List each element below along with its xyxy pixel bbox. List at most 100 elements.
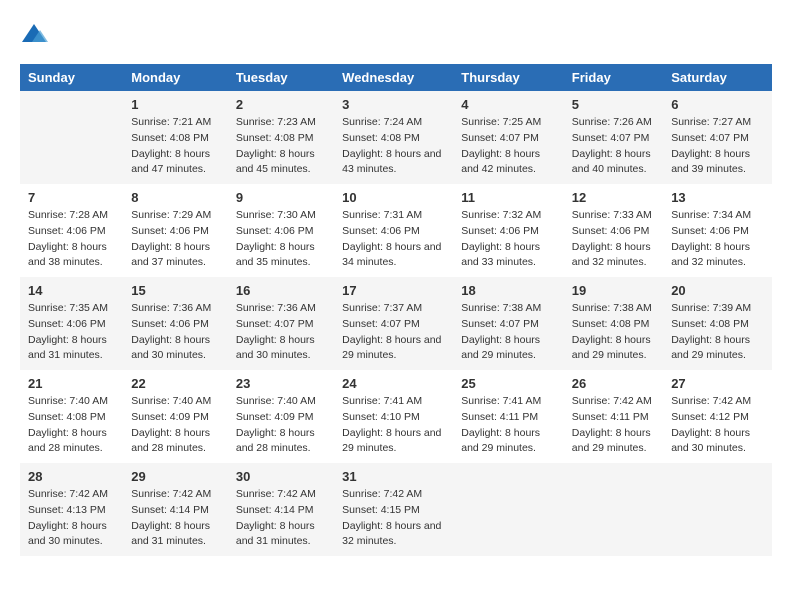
day-cell: 15 Sunrise: 7:36 AMSunset: 4:06 PMDaylig… [123, 277, 228, 370]
day-number: 27 [671, 376, 764, 391]
day-info: Sunrise: 7:34 AMSunset: 4:06 PMDaylight:… [671, 208, 764, 271]
day-number: 9 [236, 190, 326, 205]
day-cell: 1 Sunrise: 7:21 AMSunset: 4:08 PMDayligh… [123, 91, 228, 184]
day-cell: 17 Sunrise: 7:37 AMSunset: 4:07 PMDaylig… [334, 277, 453, 370]
day-number: 19 [572, 283, 655, 298]
day-cell: 13 Sunrise: 7:34 AMSunset: 4:06 PMDaylig… [663, 184, 772, 277]
day-number: 20 [671, 283, 764, 298]
calendar-table: SundayMondayTuesdayWednesdayThursdayFrid… [20, 64, 772, 556]
day-info: Sunrise: 7:36 AMSunset: 4:07 PMDaylight:… [236, 301, 326, 364]
day-number: 21 [28, 376, 115, 391]
day-number: 25 [461, 376, 556, 391]
day-number: 6 [671, 97, 764, 112]
day-info: Sunrise: 7:40 AMSunset: 4:08 PMDaylight:… [28, 394, 115, 457]
day-number: 26 [572, 376, 655, 391]
day-info: Sunrise: 7:23 AMSunset: 4:08 PMDaylight:… [236, 115, 326, 178]
day-info: Sunrise: 7:32 AMSunset: 4:06 PMDaylight:… [461, 208, 556, 271]
day-info: Sunrise: 7:42 AMSunset: 4:15 PMDaylight:… [342, 487, 445, 550]
day-info: Sunrise: 7:25 AMSunset: 4:07 PMDaylight:… [461, 115, 556, 178]
day-cell: 5 Sunrise: 7:26 AMSunset: 4:07 PMDayligh… [564, 91, 663, 184]
weekday-header-saturday: Saturday [663, 64, 772, 91]
day-cell: 23 Sunrise: 7:40 AMSunset: 4:09 PMDaylig… [228, 370, 334, 463]
day-cell: 24 Sunrise: 7:41 AMSunset: 4:10 PMDaylig… [334, 370, 453, 463]
day-cell: 7 Sunrise: 7:28 AMSunset: 4:06 PMDayligh… [20, 184, 123, 277]
day-cell [663, 463, 772, 556]
day-cell: 19 Sunrise: 7:38 AMSunset: 4:08 PMDaylig… [564, 277, 663, 370]
day-info: Sunrise: 7:33 AMSunset: 4:06 PMDaylight:… [572, 208, 655, 271]
day-info: Sunrise: 7:39 AMSunset: 4:08 PMDaylight:… [671, 301, 764, 364]
day-number: 15 [131, 283, 220, 298]
day-info: Sunrise: 7:41 AMSunset: 4:11 PMDaylight:… [461, 394, 556, 457]
day-info: Sunrise: 7:40 AMSunset: 4:09 PMDaylight:… [131, 394, 220, 457]
day-info: Sunrise: 7:42 AMSunset: 4:11 PMDaylight:… [572, 394, 655, 457]
day-number: 31 [342, 469, 445, 484]
day-number: 1 [131, 97, 220, 112]
logo [20, 20, 52, 48]
day-cell: 21 Sunrise: 7:40 AMSunset: 4:08 PMDaylig… [20, 370, 123, 463]
day-cell: 31 Sunrise: 7:42 AMSunset: 4:15 PMDaylig… [334, 463, 453, 556]
day-number: 24 [342, 376, 445, 391]
day-info: Sunrise: 7:41 AMSunset: 4:10 PMDaylight:… [342, 394, 445, 457]
day-info: Sunrise: 7:24 AMSunset: 4:08 PMDaylight:… [342, 115, 445, 178]
day-cell: 16 Sunrise: 7:36 AMSunset: 4:07 PMDaylig… [228, 277, 334, 370]
day-cell: 26 Sunrise: 7:42 AMSunset: 4:11 PMDaylig… [564, 370, 663, 463]
day-info: Sunrise: 7:28 AMSunset: 4:06 PMDaylight:… [28, 208, 115, 271]
logo-icon [20, 20, 48, 48]
weekday-header-wednesday: Wednesday [334, 64, 453, 91]
weekday-header-sunday: Sunday [20, 64, 123, 91]
day-number: 2 [236, 97, 326, 112]
day-cell: 25 Sunrise: 7:41 AMSunset: 4:11 PMDaylig… [453, 370, 564, 463]
day-info: Sunrise: 7:42 AMSunset: 4:14 PMDaylight:… [236, 487, 326, 550]
day-cell [453, 463, 564, 556]
day-info: Sunrise: 7:26 AMSunset: 4:07 PMDaylight:… [572, 115, 655, 178]
day-info: Sunrise: 7:30 AMSunset: 4:06 PMDaylight:… [236, 208, 326, 271]
weekday-header-monday: Monday [123, 64, 228, 91]
day-number: 5 [572, 97, 655, 112]
day-number: 12 [572, 190, 655, 205]
weekday-header-thursday: Thursday [453, 64, 564, 91]
day-number: 13 [671, 190, 764, 205]
weekday-row: SundayMondayTuesdayWednesdayThursdayFrid… [20, 64, 772, 91]
day-info: Sunrise: 7:21 AMSunset: 4:08 PMDaylight:… [131, 115, 220, 178]
week-row-1: 1 Sunrise: 7:21 AMSunset: 4:08 PMDayligh… [20, 91, 772, 184]
day-cell: 8 Sunrise: 7:29 AMSunset: 4:06 PMDayligh… [123, 184, 228, 277]
day-number: 16 [236, 283, 326, 298]
day-number: 22 [131, 376, 220, 391]
day-info: Sunrise: 7:27 AMSunset: 4:07 PMDaylight:… [671, 115, 764, 178]
day-info: Sunrise: 7:38 AMSunset: 4:07 PMDaylight:… [461, 301, 556, 364]
day-info: Sunrise: 7:40 AMSunset: 4:09 PMDaylight:… [236, 394, 326, 457]
day-number: 10 [342, 190, 445, 205]
day-info: Sunrise: 7:29 AMSunset: 4:06 PMDaylight:… [131, 208, 220, 271]
day-info: Sunrise: 7:35 AMSunset: 4:06 PMDaylight:… [28, 301, 115, 364]
week-row-2: 7 Sunrise: 7:28 AMSunset: 4:06 PMDayligh… [20, 184, 772, 277]
day-number: 11 [461, 190, 556, 205]
day-info: Sunrise: 7:37 AMSunset: 4:07 PMDaylight:… [342, 301, 445, 364]
day-cell [564, 463, 663, 556]
day-cell: 9 Sunrise: 7:30 AMSunset: 4:06 PMDayligh… [228, 184, 334, 277]
day-info: Sunrise: 7:36 AMSunset: 4:06 PMDaylight:… [131, 301, 220, 364]
day-number: 3 [342, 97, 445, 112]
day-cell: 14 Sunrise: 7:35 AMSunset: 4:06 PMDaylig… [20, 277, 123, 370]
day-number: 4 [461, 97, 556, 112]
day-number: 18 [461, 283, 556, 298]
day-number: 30 [236, 469, 326, 484]
day-cell [20, 91, 123, 184]
day-number: 17 [342, 283, 445, 298]
day-number: 28 [28, 469, 115, 484]
day-cell: 10 Sunrise: 7:31 AMSunset: 4:06 PMDaylig… [334, 184, 453, 277]
day-cell: 2 Sunrise: 7:23 AMSunset: 4:08 PMDayligh… [228, 91, 334, 184]
day-number: 29 [131, 469, 220, 484]
week-row-4: 21 Sunrise: 7:40 AMSunset: 4:08 PMDaylig… [20, 370, 772, 463]
day-number: 8 [131, 190, 220, 205]
day-cell: 30 Sunrise: 7:42 AMSunset: 4:14 PMDaylig… [228, 463, 334, 556]
day-number: 7 [28, 190, 115, 205]
weekday-header-friday: Friday [564, 64, 663, 91]
day-info: Sunrise: 7:38 AMSunset: 4:08 PMDaylight:… [572, 301, 655, 364]
day-cell: 27 Sunrise: 7:42 AMSunset: 4:12 PMDaylig… [663, 370, 772, 463]
calendar-body: 1 Sunrise: 7:21 AMSunset: 4:08 PMDayligh… [20, 91, 772, 556]
day-cell: 6 Sunrise: 7:27 AMSunset: 4:07 PMDayligh… [663, 91, 772, 184]
day-number: 14 [28, 283, 115, 298]
weekday-header-tuesday: Tuesday [228, 64, 334, 91]
day-info: Sunrise: 7:42 AMSunset: 4:12 PMDaylight:… [671, 394, 764, 457]
day-cell: 12 Sunrise: 7:33 AMSunset: 4:06 PMDaylig… [564, 184, 663, 277]
